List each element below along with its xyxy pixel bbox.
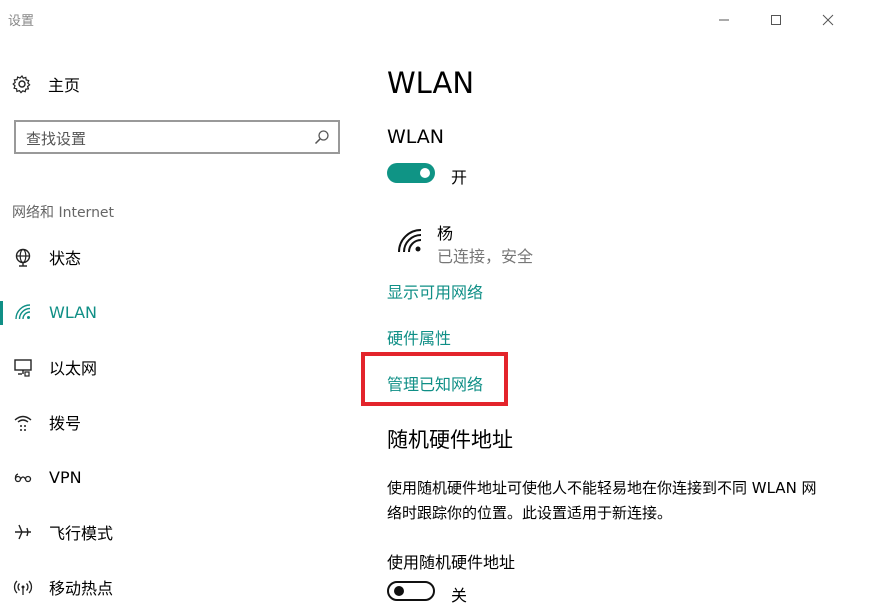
sidebar-item-airplane[interactable]: 飞行模式	[0, 515, 360, 549]
vpn-icon	[12, 467, 34, 487]
sidebar-item-hotspot[interactable]: 移动热点	[0, 570, 360, 604]
random-hw-option-label: 使用随机硬件地址	[387, 553, 516, 572]
network-status: 已连接，安全	[437, 247, 534, 266]
search-input[interactable]: 查找设置	[14, 120, 340, 154]
wlan-toggle[interactable]	[387, 163, 435, 183]
sidebar-item-vpn[interactable]: VPN	[0, 460, 360, 494]
wlan-label: WLAN	[387, 126, 445, 148]
sidebar-item-label: WLAN	[49, 302, 98, 322]
sidebar-item-label: 以太网	[49, 359, 98, 378]
random-hw-description: 使用随机硬件地址可使他人不能轻易地在你连接到不同 WLAN 网络时跟踪你的位置。…	[387, 479, 817, 522]
random-hw-toggle-state: 关	[451, 586, 468, 605]
ethernet-icon	[12, 357, 34, 377]
search-icon	[314, 129, 330, 149]
wifi-signal-icon	[397, 228, 425, 260]
toggle-knob	[394, 586, 404, 596]
sidebar-item-dialup[interactable]: 拨号	[0, 405, 360, 439]
airplane-icon	[12, 522, 34, 542]
connected-network[interactable]: 杨 已连接，安全	[387, 220, 687, 270]
sidebar-item-label: 移动热点	[49, 579, 114, 598]
minimize-button[interactable]	[704, 6, 744, 34]
manage-known-networks-link[interactable]: 管理已知网络	[387, 371, 483, 395]
sidebar-item-label: 状态	[49, 249, 82, 268]
close-button[interactable]	[808, 6, 848, 34]
network-name: 杨	[437, 224, 454, 243]
dialup-icon	[12, 412, 34, 432]
show-available-networks-link[interactable]: 显示可用网络	[387, 279, 483, 303]
sidebar-item-label: 飞行模式	[49, 524, 114, 543]
maximize-icon	[771, 15, 781, 25]
random-hw-toggle[interactable]	[387, 581, 435, 601]
home-label: 主页	[48, 76, 81, 95]
wlan-toggle-state: 开	[451, 168, 468, 187]
main-content: WLAN WLAN 开 杨 已连接，安全 显示可用网络 硬件属性 管理已知网络 …	[360, 40, 887, 605]
sidebar-item-label: VPN	[49, 467, 82, 487]
active-indicator	[0, 301, 3, 325]
sidebar-item-ethernet[interactable]: 以太网	[0, 350, 360, 384]
hardware-properties-link[interactable]: 硬件属性	[387, 325, 451, 349]
page-title: WLAN	[387, 66, 475, 100]
minimize-icon	[719, 19, 729, 21]
sidebar-item-status[interactable]: 状态	[0, 240, 360, 274]
close-icon	[822, 14, 834, 26]
section-heading: 网络和 Internet	[12, 205, 115, 221]
title-bar: 设置	[0, 0, 887, 40]
toggle-knob	[420, 168, 430, 178]
wifi-icon	[12, 302, 34, 322]
hotspot-icon	[12, 577, 34, 597]
maximize-button[interactable]	[756, 6, 796, 34]
sidebar: 主页 查找设置 网络和 Internet 状态 WLAN 以太网 拨号 VPN …	[0, 40, 360, 602]
globe-icon	[12, 247, 34, 267]
sidebar-item-label: 拨号	[49, 414, 82, 433]
home-link[interactable]: 主页	[12, 70, 80, 98]
sidebar-item-wlan[interactable]: WLAN	[0, 295, 360, 329]
gear-icon	[12, 73, 34, 95]
random-hw-title: 随机硬件地址	[387, 428, 513, 452]
search-placeholder: 查找设置	[26, 130, 87, 148]
window-title: 设置	[8, 14, 35, 29]
